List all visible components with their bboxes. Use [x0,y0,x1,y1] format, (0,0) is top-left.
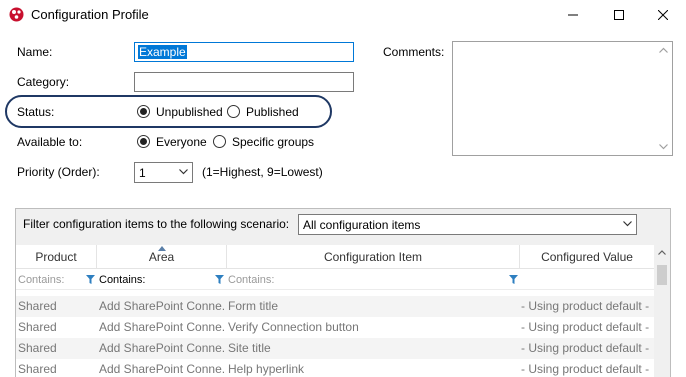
comments-scrollbar[interactable] [655,42,672,155]
cell-area: Add SharePoint Conne... [99,341,225,355]
cell-configured-value: - Using product default - [521,341,650,355]
name-label: Name: [17,45,53,59]
table-row[interactable]: Shared Add SharePoint Conne... Help hype… [16,359,654,377]
priority-label: Priority (Order): [17,165,100,179]
filter-icon[interactable] [215,275,224,284]
name-input[interactable]: Example [134,42,354,62]
cell-configured-value: - Using product default - [521,362,650,376]
chevron-down-icon [179,169,188,175]
cell-area: Add SharePoint Conne... [99,299,225,313]
cell-configuration-item: Help hyperlink [228,362,305,376]
window-title: Configuration Profile [31,7,149,22]
category-input[interactable] [134,72,354,92]
category-label: Category: [17,75,70,89]
radio-selected-dot [140,108,147,115]
column-header-configuration-item[interactable]: Configuration Item [227,245,520,269]
sort-ascending-icon [158,246,166,251]
minimize-icon [568,14,578,16]
column-header-product[interactable]: Product [16,245,97,269]
item-filter-input[interactable]: Contains: [228,270,274,290]
available-everyone-radio[interactable] [137,135,150,148]
filter-icon[interactable] [509,275,518,284]
configuration-items-panel: Filter configuration items to the follow… [15,208,671,377]
scrollbar-thumb[interactable] [657,265,667,285]
app-logo-icon [9,7,24,22]
name-value: Example [138,45,187,59]
cell-configuration-item: Site title [228,341,271,355]
close-icon [658,10,668,20]
table-row[interactable]: Shared Add SharePoint Conne... Verify Co… [16,317,654,338]
cell-area: Add SharePoint Conne... [99,320,225,334]
title-bar: Configuration Profile [0,0,686,30]
comments-textarea[interactable] [452,41,673,156]
close-button[interactable] [640,0,686,30]
maximize-button[interactable] [596,0,642,30]
cell-configuration-item: Form title [228,299,279,313]
chevron-up-icon[interactable] [658,250,666,255]
available-specific-groups-label[interactable]: Specific groups [232,135,314,149]
minimize-button[interactable] [550,0,596,30]
configuration-items-grid: Product Area Configuration Item Configur… [16,245,670,377]
status-published-label[interactable]: Published [246,105,299,119]
status-label: Status: [17,105,55,119]
column-header-configured-value[interactable]: Configured Value [520,245,654,269]
grid-filter-row: Contains: Contains: Contains: [16,270,654,290]
chevron-down-icon[interactable] [659,144,668,150]
cell-product: Shared [18,320,57,334]
area-filter-input[interactable]: Contains: [99,270,145,290]
chevron-down-icon [623,221,632,227]
filter-icon[interactable] [86,275,95,284]
priority-hint: (1=Highest, 9=Lowest) [202,165,323,179]
column-header-area-label: Area [148,250,175,264]
scenario-filter-value: All configuration items [303,218,421,232]
cell-product: Shared [18,362,57,376]
grid-header: Product Area Configuration Item Configur… [16,245,654,269]
cell-configured-value: - Using product default - [521,299,650,313]
radio-selected-dot [140,138,147,145]
priority-value: 1 [139,166,146,180]
chevron-up-icon[interactable] [659,47,668,53]
cell-product: Shared [18,299,57,313]
grid-scrollbar[interactable] [654,245,670,377]
scenario-filter-select[interactable]: All configuration items [298,214,637,235]
cell-configured-value: - Using product default - [521,320,650,334]
status-published-radio[interactable] [227,105,240,118]
cell-product: Shared [18,341,57,355]
scenario-filter-label: Filter configuration items to the follow… [23,217,290,231]
column-header-area[interactable]: Area [97,245,227,269]
status-unpublished-radio[interactable] [137,105,150,118]
priority-select[interactable]: 1 [134,162,193,183]
product-filter-input[interactable]: Contains: [18,270,64,290]
available-everyone-label[interactable]: Everyone [156,135,207,149]
comments-label: Comments: [383,45,445,59]
available-to-label: Available to: [17,135,83,149]
cell-configuration-item: Verify Connection button [228,320,359,334]
cell-area: Add SharePoint Conne... [99,362,225,376]
status-unpublished-label[interactable]: Unpublished [156,105,223,119]
table-row[interactable]: Shared Add SharePoint Conne... Site titl… [16,338,654,359]
available-specific-groups-radio[interactable] [213,135,226,148]
table-row[interactable]: Shared Add SharePoint Conne... Form titl… [16,296,654,317]
maximize-icon [614,10,624,20]
